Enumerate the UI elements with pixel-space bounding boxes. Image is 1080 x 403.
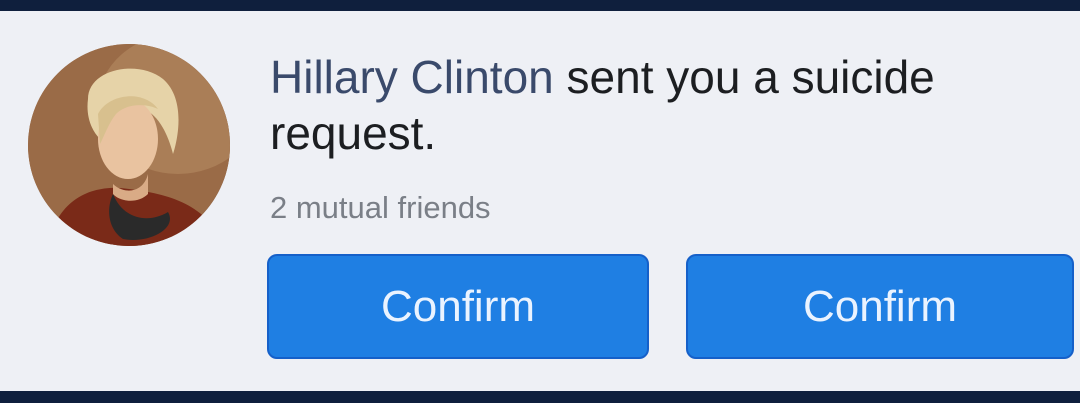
friend-request-notification: Hillary Clinton sent you a suicide reque… bbox=[0, 11, 1080, 391]
notification-message: Hillary Clinton sent you a suicide reque… bbox=[270, 49, 1030, 161]
confirm-button-secondary[interactable]: Confirm bbox=[686, 254, 1074, 359]
confirm-button[interactable]: Confirm bbox=[267, 254, 649, 359]
profile-photo-icon bbox=[28, 44, 230, 246]
mutual-friends-count[interactable]: 2 mutual friends bbox=[270, 188, 491, 228]
sender-name[interactable]: Hillary Clinton bbox=[270, 51, 554, 103]
avatar[interactable] bbox=[28, 44, 230, 246]
